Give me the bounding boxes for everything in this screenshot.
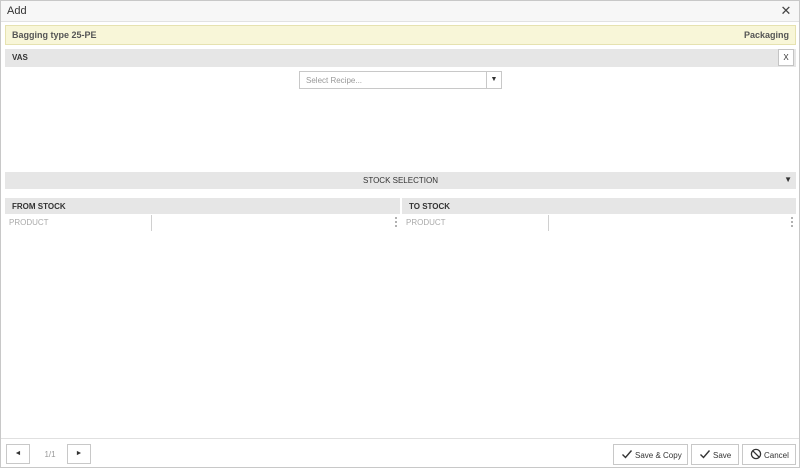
product-column-header[interactable]: PRODUCT [9, 218, 49, 227]
collapse-arrow-icon[interactable]: ▼ [784, 175, 792, 184]
save-and-copy-label: Save & Copy [635, 451, 682, 460]
dialog-title: Add [7, 5, 27, 17]
title-bar: Add ✕ [1, 1, 799, 22]
column-menu-icon[interactable] [790, 216, 794, 230]
recipe-select-placeholder: Select Recipe... [306, 76, 363, 85]
column-resize-handle[interactable] [151, 215, 152, 231]
close-icon[interactable]: ✕ [779, 3, 793, 19]
product-column-header[interactable]: PRODUCT [406, 218, 446, 227]
to-stock-title: TO STOCK [409, 202, 451, 211]
column-menu-icon[interactable] [394, 216, 398, 230]
save-and-copy-button[interactable]: Save & Copy [613, 444, 688, 465]
stock-selection-label: STOCK SELECTION [363, 176, 438, 185]
vas-label: VAS [12, 53, 28, 62]
check-icon [622, 450, 633, 459]
vas-remove-button[interactable]: X [778, 49, 794, 66]
vas-section-header: VAS X [5, 49, 796, 67]
from-stock-title: FROM STOCK [12, 202, 66, 211]
cancel-button[interactable]: Cancel [742, 444, 796, 465]
recipe-select[interactable]: Select Recipe... ▼ [299, 71, 502, 89]
from-stock-column-header: PRODUCT [5, 215, 400, 231]
column-resize-handle[interactable] [548, 215, 549, 231]
save-label: Save [713, 451, 732, 460]
from-stock-header: FROM STOCK [5, 198, 400, 214]
category-label: Packaging [743, 30, 789, 40]
dialog-footer: ◄ 1/1 ► Save & Copy Save Cancel [1, 438, 799, 467]
save-button[interactable]: Save [691, 444, 739, 465]
bagging-type-label: Bagging type 25-PE [12, 30, 97, 40]
stock-selection-header[interactable]: STOCK SELECTION ▼ [5, 172, 796, 189]
cancel-label: Cancel [764, 451, 789, 460]
cancel-circle-icon [750, 448, 762, 460]
add-dialog: Add ✕ Bagging type 25-PE Packaging VAS X… [0, 0, 800, 468]
to-stock-header: TO STOCK [402, 198, 796, 214]
previous-page-button[interactable]: ◄ [6, 444, 30, 464]
info-banner: Bagging type 25-PE Packaging [5, 25, 796, 45]
page-counter: 1/1 [44, 450, 56, 459]
chevron-down-icon[interactable]: ▼ [486, 72, 501, 88]
to-stock-column-header: PRODUCT [402, 215, 796, 231]
next-page-button[interactable]: ► [67, 444, 91, 464]
check-icon [700, 450, 711, 459]
